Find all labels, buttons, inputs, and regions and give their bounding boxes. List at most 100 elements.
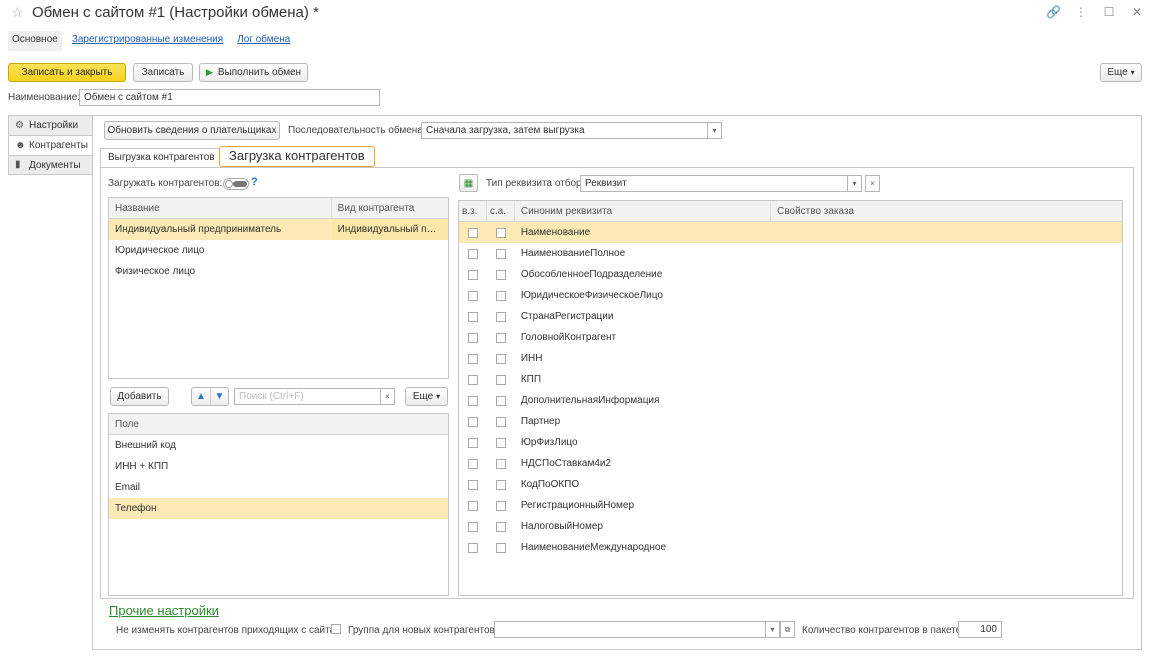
table-row[interactable]: КПП (459, 369, 1122, 390)
table-row[interactable]: Индивидуальный предприниматель Индивидуа… (109, 219, 448, 240)
arrow-down-icon[interactable]: ▼ (210, 388, 228, 405)
table-row[interactable]: РегистрационныйНомер (459, 495, 1122, 516)
table-row[interactable]: НаименованиеМеждународное (459, 537, 1122, 558)
column-header-synonym[interactable]: Синоним реквизита (515, 201, 772, 221)
name-input[interactable]: Обмен с сайтом #1 (79, 89, 380, 106)
tab-export-contractors[interactable]: Выгрузка контрагентов (100, 148, 223, 168)
vz-checkbox[interactable] (467, 311, 478, 322)
sa-checkbox[interactable] (495, 542, 506, 553)
vz-checkbox[interactable] (467, 542, 478, 553)
table-row[interactable]: ЮрФизЛицо (459, 432, 1122, 453)
tab-exchange-log[interactable]: Лог обмена (233, 31, 294, 51)
vz-checkbox[interactable] (467, 437, 478, 448)
save-button[interactable]: Записать (133, 63, 193, 82)
table-row[interactable]: Наименование (459, 222, 1122, 243)
filter-type-select[interactable]: Реквизит (580, 175, 848, 192)
vz-checkbox[interactable] (467, 269, 478, 280)
column-header-field[interactable]: Поле (109, 414, 448, 434)
table-row[interactable]: Телефон (109, 498, 448, 519)
sa-checkbox[interactable] (495, 374, 506, 385)
search-clear-button[interactable]: × (380, 388, 395, 405)
load-contractors-toggle[interactable] (223, 178, 249, 190)
table-row[interactable]: ИНН (459, 348, 1122, 369)
sa-checkbox[interactable] (495, 416, 506, 427)
sa-checkbox[interactable] (495, 521, 506, 532)
table-row[interactable]: КодПоОКПО (459, 474, 1122, 495)
add-button[interactable]: Добавить (110, 387, 169, 406)
table-row[interactable]: Партнер (459, 411, 1122, 432)
vz-checkbox[interactable] (467, 500, 478, 511)
vz-checkbox[interactable] (467, 479, 478, 490)
sa-checkbox[interactable] (495, 479, 506, 490)
side-tab-settings[interactable]: ⚙ Настройки (8, 115, 93, 135)
table-row[interactable]: СтранаРегистрации (459, 306, 1122, 327)
vz-checkbox[interactable] (467, 248, 478, 259)
side-tab-documents[interactable]: ▮ Документы (8, 155, 93, 175)
vz-checkbox[interactable] (467, 227, 478, 238)
vz-checkbox[interactable] (467, 332, 478, 343)
table-row[interactable]: ЮридическоеФизическоеЛицо (459, 285, 1122, 306)
maximize-icon[interactable]: ☐ (1102, 5, 1116, 19)
tab-registered-changes[interactable]: Зарегистрированные изменения (68, 31, 227, 51)
sa-checkbox[interactable] (495, 248, 506, 259)
sa-checkbox[interactable] (495, 395, 506, 406)
table-row[interactable]: ГоловнойКонтрагент (459, 327, 1122, 348)
column-header-sa[interactable]: с.а. (487, 201, 515, 221)
filter-apply-button[interactable]: ▦ (459, 174, 478, 192)
table-row[interactable]: НДСПоСтавкам4и2 (459, 453, 1122, 474)
vz-checkbox[interactable] (467, 353, 478, 364)
sa-checkbox[interactable] (495, 332, 506, 343)
help-icon[interactable]: ? (251, 176, 258, 188)
favorite-star-icon[interactable]: ☆ (11, 4, 24, 21)
table-row[interactable]: НалоговыйНомер (459, 516, 1122, 537)
group-input[interactable] (494, 621, 766, 638)
table-row[interactable]: Email (109, 477, 448, 498)
sequence-dropdown-button[interactable]: ▾ (707, 122, 722, 139)
more-button[interactable]: Еще ▾ (1100, 63, 1142, 82)
column-header-vz[interactable]: в.з. (459, 201, 487, 221)
vz-checkbox[interactable] (467, 521, 478, 532)
sa-checkbox[interactable] (495, 311, 506, 322)
arrow-up-icon[interactable]: ▲ (192, 388, 210, 405)
sa-checkbox[interactable] (495, 269, 506, 280)
table-row[interactable]: ОбособленноеПодразделение (459, 264, 1122, 285)
sa-checkbox[interactable] (495, 353, 506, 364)
table-row[interactable]: ИНН + КПП (109, 456, 448, 477)
run-exchange-button[interactable]: ▶ Выполнить обмен (199, 63, 308, 82)
group-open-button[interactable]: ⧉ (780, 621, 795, 638)
sequence-select[interactable]: Сначала загрузка, затем выгрузка (421, 122, 708, 139)
group-dropdown-button[interactable]: ▾ (765, 621, 780, 638)
table-row[interactable]: НаименованиеПолное (459, 243, 1122, 264)
sa-checkbox[interactable] (495, 437, 506, 448)
fields-more-button[interactable]: Еще ▾ (405, 387, 448, 406)
close-icon[interactable]: ✕ (1130, 5, 1144, 19)
table-row[interactable]: Внешний код (109, 435, 448, 456)
vz-checkbox[interactable] (467, 458, 478, 469)
search-input[interactable]: Поиск (Ctrl+F) (234, 388, 381, 405)
column-header-order-property[interactable]: Свойство заказа (771, 201, 1122, 221)
sa-checkbox[interactable] (495, 458, 506, 469)
vz-checkbox[interactable] (467, 416, 478, 427)
link-icon[interactable]: 🔗 (1046, 5, 1061, 19)
side-tab-contractors[interactable]: ☻ Контрагенты (8, 135, 93, 155)
sa-checkbox[interactable] (495, 290, 506, 301)
vz-checkbox[interactable] (467, 374, 478, 385)
more-vertical-icon[interactable]: ⋮ (1074, 5, 1088, 19)
table-row[interactable]: Физическое лицо (109, 261, 448, 282)
save-close-button[interactable]: Записать и закрыть (8, 63, 126, 82)
table-row[interactable]: ДополнительнаяИнформация (459, 390, 1122, 411)
filter-clear-button[interactable]: × (865, 175, 880, 192)
other-settings-link[interactable]: Прочие настройки (109, 603, 219, 618)
table-row[interactable]: Юридическое лицо (109, 240, 448, 261)
sa-checkbox[interactable] (495, 227, 506, 238)
no-change-checkbox[interactable] (331, 624, 341, 634)
update-payers-button[interactable]: Обновить сведения о плательщиках (104, 121, 280, 140)
vz-checkbox[interactable] (467, 395, 478, 406)
vz-checkbox[interactable] (467, 290, 478, 301)
count-input[interactable]: 100 (958, 621, 1002, 638)
filter-dropdown-button[interactable]: ▾ (847, 175, 862, 192)
column-header-name[interactable]: Название (109, 198, 332, 218)
sa-checkbox[interactable] (495, 500, 506, 511)
tab-main[interactable]: Основное (8, 31, 62, 51)
column-header-kind[interactable]: Вид контрагента (332, 198, 448, 218)
